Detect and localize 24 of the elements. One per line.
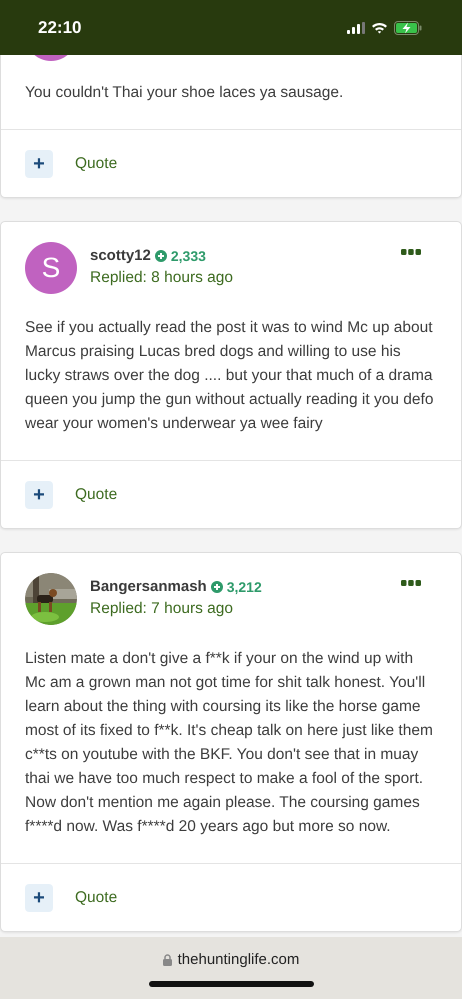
username[interactable]: Bangersanmash [90, 578, 207, 595]
reputation-icon [154, 250, 167, 262]
post-text: Listen mate a don't give a f**k if your on the wind up with Mc am a grown man not got time for shit talk honest. You'll learn about the thing with coursing its like the horse game most of its fixed to f**k. It's cheap talk on here just like them c**ts on youtube with the BKF. You don't see that in muay thai we have too much respect to make a fool of the sport. Now don't mention me again please. The coursing games f****d now. Was f****d 20 years ago but more so now. [24, 649, 434, 837]
url-address[interactable]: thehuntinglife.com [178, 951, 300, 968]
post-text: See if you actually read the post it was to wind Mc up about Marcus praising Lucas bred dogs and willing to use his lucky straws over the dog .... but your that much of a drama queen you jump the gun without actually reading it you defo wear your women's underwear ya wee fairy [24, 318, 434, 434]
signal-icon [347, 22, 365, 34]
more-icon[interactable] [401, 249, 421, 255]
reply-time: Replied: 7 hours ago [90, 600, 234, 618]
username[interactable]: scotty12 [90, 247, 151, 264]
reputation-points: 2,333 [170, 248, 206, 264]
reply-time: Replied: 8 hours ago [90, 269, 234, 287]
post-text: You couldn't Thai your shoe laces ya sausage. [24, 83, 344, 103]
avatar[interactable]: S [25, 242, 77, 294]
multiquote-button[interactable]: + [25, 884, 53, 912]
multiquote-button[interactable]: + [25, 480, 53, 508]
quote-link[interactable]: Quote [75, 888, 118, 906]
wifi-icon [371, 22, 388, 34]
more-icon[interactable] [401, 580, 421, 586]
clock: 22:10 [38, 18, 82, 38]
quote-link[interactable]: Quote [75, 154, 118, 172]
multiquote-button[interactable]: + [25, 150, 53, 178]
reputation-points: 3,212 [226, 578, 262, 594]
reputation-icon [210, 580, 223, 592]
quote-link[interactable]: Quote [75, 486, 118, 504]
